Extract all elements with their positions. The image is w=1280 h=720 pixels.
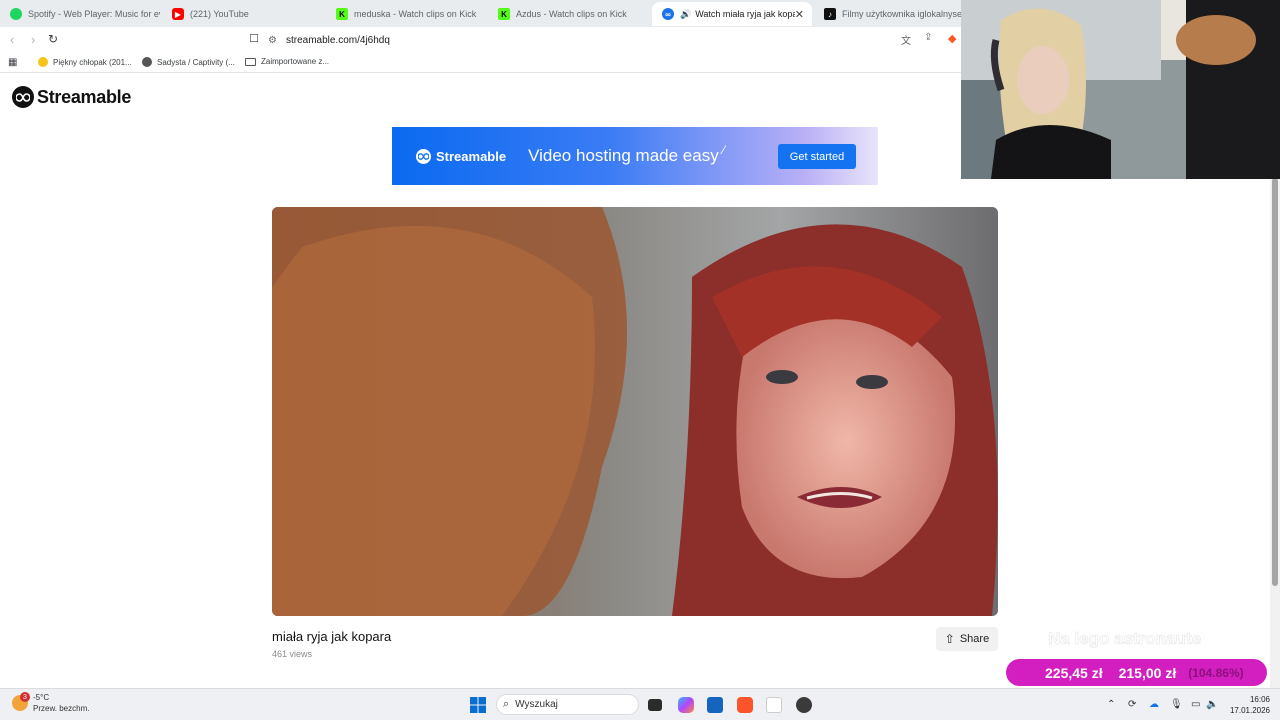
banner-brand: Streamable [416, 148, 507, 164]
weather-temp: -5°C [33, 693, 50, 702]
clock-time: 16:06 [1249, 695, 1270, 704]
ad-banner[interactable]: Streamable Video hosting made easy ⁄ Get… [392, 127, 878, 185]
stream-overlay-text: Na lego astronaute [1048, 629, 1202, 649]
streamable-logo-icon [416, 148, 431, 164]
donation-goal-bar: 225,45 zł 215,00 zł (104.86%) [1006, 659, 1267, 686]
tab-spotify[interactable]: Spotify - Web Player: Music for every [0, 2, 160, 26]
weather-sun-icon: 3 [12, 692, 30, 711]
streamable-logo[interactable]: Streamable [12, 86, 131, 108]
bookmark-item[interactable]: Sadysta / Captivity (... [142, 57, 235, 67]
bookmark-icon[interactable]: ☐ [249, 32, 259, 45]
store-icon[interactable] [707, 697, 723, 713]
tiktok-icon: ♪ [824, 8, 836, 20]
windows-start-icon[interactable] [470, 697, 486, 713]
network-icon[interactable]: ▭ [1191, 699, 1200, 710]
tab-tiktok[interactable]: ♪ Filmy użytkownika iglokalnyseba (i [814, 2, 964, 26]
windows-taskbar: 3 -5°C Przew. bezchm. ⌕ Wyszukaj ⌃ ⟳ ☁ 🎙… [0, 688, 1280, 720]
microphone-icon[interactable]: 🎙 [1170, 699, 1183, 710]
tab-label: Azdus - Watch clips on Kick [516, 9, 627, 19]
share-icon: ⇧ [944, 632, 955, 646]
donation-percent: (104.86%) [1188, 665, 1244, 680]
apps-grid-icon[interactable]: ▦ [8, 57, 17, 68]
globe-icon [142, 57, 152, 67]
translate-icon[interactable]: 文 [901, 32, 911, 47]
system-clock[interactable]: 16:06 17.01.2026 [1222, 694, 1270, 716]
scrollbar-thumb[interactable] [1272, 178, 1278, 586]
cloud-icon[interactable]: ☁ [1149, 699, 1159, 710]
forward-icon[interactable]: › [31, 32, 35, 47]
tab-label: Spotify - Web Player: Music for every [28, 9, 160, 19]
kick-icon: K [498, 8, 510, 20]
webcam-frame [961, 0, 1280, 179]
banner-brand-label: Streamable [436, 148, 507, 164]
search-placeholder: Wyszukaj [515, 699, 558, 710]
webcam-overlay [961, 0, 1280, 179]
bookmark-item[interactable]: Piękny chłopak (201... [38, 57, 132, 67]
brave-shields-icon[interactable]: ◆ [948, 32, 956, 45]
volume-icon[interactable]: 🔈 [1206, 699, 1218, 710]
share-button[interactable]: ⇧ Share [936, 627, 998, 651]
url-text: streamable.com/4j6hdq [285, 34, 390, 46]
tab-label: Filmy użytkownika iglokalnyseba (i [842, 9, 964, 19]
site-info-icon[interactable]: ⚙ [268, 35, 277, 46]
bookmark-item[interactable]: Zaimportowane z... [245, 57, 329, 66]
snipping-icon[interactable] [766, 697, 782, 713]
tab-kick-azdus[interactable]: K Azdus - Watch clips on Kick [488, 2, 648, 26]
video-player[interactable] [272, 207, 998, 616]
speaker-icon: 🔊 [680, 8, 692, 19]
donation-current: 225,45 zł [1045, 664, 1103, 681]
notification-badge: 3 [20, 692, 30, 702]
tab-label: (221) YouTube [190, 9, 249, 19]
kick-icon: K [336, 8, 348, 20]
get-started-button[interactable]: Get started [778, 144, 856, 169]
back-icon[interactable]: ‹ [10, 32, 14, 47]
tray-expand-icon[interactable]: ⌃ [1107, 699, 1115, 710]
donation-goal: 215,00 zł [1118, 664, 1177, 681]
streamable-icon: ∞ [662, 8, 674, 20]
tab-kick-meduska[interactable]: K meduska - Watch clips on Kick [326, 2, 486, 26]
tab-youtube[interactable]: ▶ (221) YouTube [162, 2, 322, 26]
banner-headline: Video hosting made easy [528, 146, 719, 165]
youtube-icon: ▶ [172, 8, 184, 20]
share-label: Share [959, 633, 990, 645]
sparkle-icon: ⁄ [722, 143, 725, 157]
tab-label: Watch miała ryja jak kopara | [695, 9, 795, 19]
copilot-icon[interactable] [678, 697, 694, 713]
video-title: miała ryja jak kopara [272, 629, 392, 644]
spotify-icon [10, 8, 22, 20]
reload-icon[interactable]: ↻ [48, 32, 58, 46]
emoji-icon [38, 57, 48, 67]
tab-label: meduska - Watch clips on Kick [354, 9, 477, 19]
clock-date: 17.01.2026 [1229, 706, 1270, 715]
obs-icon[interactable] [796, 697, 812, 713]
share-page-icon[interactable]: ⇪ [924, 32, 932, 43]
task-view-icon[interactable] [648, 699, 662, 711]
search-icon: ⌕ [503, 698, 510, 710]
tab-streamable[interactable]: ∞ 🔊 Watch miała ryja jak kopara | ✕ [652, 2, 812, 26]
brave-icon[interactable] [737, 697, 753, 713]
weather-widget[interactable]: 3 -5°C Przew. bezchm. [12, 692, 90, 713]
folder-icon [245, 57, 256, 66]
taskbar-search[interactable]: ⌕ Wyszukaj [496, 694, 639, 715]
sync-icon[interactable]: ⟳ [1128, 699, 1136, 710]
video-views: 461 views [272, 649, 313, 659]
weather-desc: Przew. bezchm. [33, 704, 90, 713]
close-tab-icon[interactable]: ✕ [795, 8, 804, 21]
bookmark-label: Sadysta / Captivity (... [157, 57, 235, 67]
brand-name: Streamable [37, 86, 132, 107]
bookmark-label: Piękny chłopak (201... [53, 57, 132, 67]
video-frame [272, 207, 998, 616]
streamable-logo-icon [12, 86, 34, 108]
address-bar[interactable]: ⚙ streamable.com/4j6hdq [268, 29, 968, 51]
bookmark-label: Zaimportowane z... [261, 57, 330, 66]
